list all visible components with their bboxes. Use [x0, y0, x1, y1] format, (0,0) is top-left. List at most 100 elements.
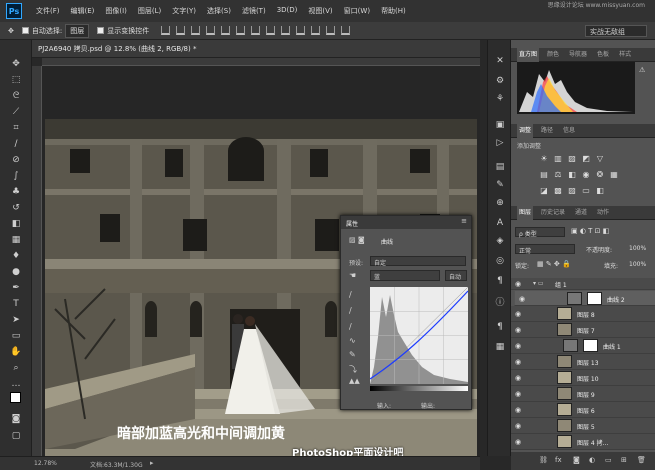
- delete-layer-icon[interactable]: 🗑: [637, 456, 646, 464]
- layer-mask-thumbnail[interactable]: [587, 292, 602, 305]
- tab-adjustments[interactable]: 调整: [517, 123, 534, 138]
- align-hcenter-icon[interactable]: [221, 26, 231, 35]
- visibility-eye-icon[interactable]: ◉: [515, 407, 524, 414]
- visibility-eye-icon[interactable]: ◉: [515, 375, 524, 382]
- align-left-icon[interactable]: [206, 26, 216, 35]
- tab-layers[interactable]: 图层: [517, 205, 534, 220]
- brightness-icon[interactable]: ☀: [539, 154, 549, 164]
- lasso-icon[interactable]: ᘓ: [9, 89, 23, 103]
- align-bottom-icon[interactable]: [191, 26, 201, 35]
- color-balance-icon[interactable]: ⚖: [553, 170, 563, 180]
- brush-icon[interactable]: ∫: [9, 169, 23, 183]
- align-vcenter-icon[interactable]: [176, 26, 186, 35]
- tab-channels[interactable]: 通道: [573, 206, 589, 220]
- menu-type[interactable]: 文字(Y): [172, 6, 196, 16]
- invert-icon[interactable]: ◪: [539, 186, 549, 196]
- preset-dropdown[interactable]: 自定: [370, 256, 466, 267]
- channel-dropdown[interactable]: 蓝: [370, 270, 440, 281]
- hand-icon[interactable]: ✋: [9, 345, 23, 359]
- status-arrow-icon[interactable]: ▸: [150, 459, 154, 467]
- layer-row[interactable]: ◉ 图层 8: [511, 306, 655, 322]
- visibility-eye-icon[interactable]: ◉: [515, 343, 524, 350]
- rectangle-icon[interactable]: ▭: [9, 329, 23, 343]
- new-adjustment-icon[interactable]: ◐: [589, 456, 595, 464]
- auto-select-dropdown[interactable]: 图层: [65, 23, 90, 38]
- visibility-eye-icon[interactable]: ◉: [515, 359, 524, 366]
- foreground-color-swatch[interactable]: [10, 392, 21, 403]
- tab-swatches[interactable]: 色板: [595, 48, 611, 62]
- history-brush-icon[interactable]: ↺: [9, 201, 23, 215]
- auto-select-checkbox[interactable]: [21, 27, 29, 34]
- layer-row[interactable]: ◉ 图层 13: [511, 354, 655, 370]
- menu-edit[interactable]: 编辑(E): [71, 6, 95, 16]
- selective-color-icon[interactable]: ◧: [595, 186, 605, 196]
- auto-button[interactable]: 自动: [445, 270, 467, 281]
- gradient-icon[interactable]: ▦: [9, 233, 23, 247]
- zoom-level[interactable]: 12.78%: [34, 460, 57, 467]
- type-icon[interactable]: T: [9, 297, 23, 311]
- new-group-icon[interactable]: ▭: [605, 456, 612, 464]
- layer-group-row[interactable]: ◉ ▾ ▭ 组 1: [511, 278, 655, 290]
- visibility-eye-icon[interactable]: ◉: [519, 296, 528, 303]
- photo-filter-icon[interactable]: ◉: [581, 170, 591, 180]
- tab-histogram[interactable]: 直方图: [517, 47, 540, 62]
- crop-icon[interactable]: ⌗: [9, 121, 23, 135]
- new-layer-icon[interactable]: ⊞: [621, 456, 627, 464]
- tab-navigator[interactable]: 导航器: [567, 48, 589, 62]
- tab-actions[interactable]: 动作: [595, 206, 611, 220]
- align-top-icon[interactable]: [161, 26, 171, 35]
- add-mask-icon[interactable]: ◙: [573, 456, 580, 464]
- collapse-icon[interactable]: ✕: [493, 54, 507, 68]
- layer-row[interactable]: ◉ 图层 7: [511, 322, 655, 338]
- brush-presets-icon[interactable]: ⚘: [493, 92, 507, 106]
- layer-comps-icon[interactable]: ▤: [493, 160, 507, 174]
- smooth-icon[interactable]: ⤵: [349, 364, 357, 375]
- blend-mode-dropdown[interactable]: 正常: [515, 244, 575, 255]
- more-tools-icon[interactable]: …: [9, 377, 23, 391]
- menu-filter[interactable]: 滤镜(T): [242, 6, 266, 16]
- tab-info[interactable]: 信息: [561, 124, 577, 138]
- visibility-eye-icon[interactable]: ◉: [515, 281, 524, 288]
- exposure-icon[interactable]: ◩: [581, 154, 591, 164]
- healing-icon[interactable]: ⊘: [9, 153, 23, 167]
- posterize-icon[interactable]: ▩: [553, 186, 563, 196]
- actions-icon[interactable]: ▷: [493, 136, 507, 150]
- layer-mask-thumbnail[interactable]: [583, 339, 598, 352]
- visibility-eye-icon[interactable]: ◉: [515, 311, 524, 318]
- 3d-icon[interactable]: ◈: [493, 234, 507, 248]
- layer-row[interactable]: ◉ 图层 6: [511, 402, 655, 418]
- move-tool-icon[interactable]: ✥: [8, 27, 14, 35]
- screen-mode-icon[interactable]: ▢: [9, 429, 23, 443]
- marquee-icon[interactable]: ⬚: [9, 73, 23, 87]
- workspace-dropdown[interactable]: 实战无敌组: [585, 25, 647, 37]
- layer-filter-dropdown[interactable]: ρ 类型: [515, 227, 565, 238]
- align-right-icon[interactable]: [236, 26, 246, 35]
- hue-saturation-icon[interactable]: ▤: [539, 170, 549, 180]
- move-icon[interactable]: ✥: [9, 57, 23, 71]
- tab-styles[interactable]: 样式: [617, 48, 633, 62]
- curve-graph[interactable]: [369, 286, 469, 385]
- blur-icon[interactable]: ♦: [9, 249, 23, 263]
- distribute-hcenter-icon[interactable]: [311, 26, 321, 35]
- channels-icon[interactable]: ◎: [493, 254, 507, 268]
- pen-icon[interactable]: ✒: [9, 281, 23, 295]
- document-tab[interactable]: PJ2A6940 拷贝.psd @ 12.8% (曲线 2, RGB/8) *: [32, 40, 480, 58]
- glyph-icon[interactable]: ▦: [493, 340, 507, 354]
- paragraph-icon[interactable]: ¶: [493, 274, 507, 288]
- brush-panel-icon[interactable]: ✎: [493, 178, 507, 192]
- quick-mask-icon[interactable]: ◙: [9, 412, 23, 426]
- layer-style-icon[interactable]: fx: [555, 456, 562, 464]
- curves-icon[interactable]: ▨: [567, 154, 577, 164]
- tab-color[interactable]: 颜色: [545, 48, 561, 62]
- visibility-eye-icon[interactable]: ◉: [515, 391, 524, 398]
- menu-select[interactable]: 选择(S): [207, 6, 231, 16]
- gradient-map-icon[interactable]: ▭: [581, 186, 591, 196]
- auto-select-option[interactable]: 自动选择: 图层: [21, 23, 90, 38]
- menu-window[interactable]: 窗口(W): [344, 6, 370, 16]
- character-icon[interactable]: A: [493, 216, 507, 230]
- visibility-eye-icon[interactable]: ◉: [515, 423, 524, 430]
- menu-view[interactable]: 视图(V): [308, 6, 332, 16]
- layer-row[interactable]: ◉ 图层 10: [511, 370, 655, 386]
- path-select-icon[interactable]: ➤: [9, 313, 23, 327]
- tab-paths[interactable]: 路径: [539, 124, 555, 138]
